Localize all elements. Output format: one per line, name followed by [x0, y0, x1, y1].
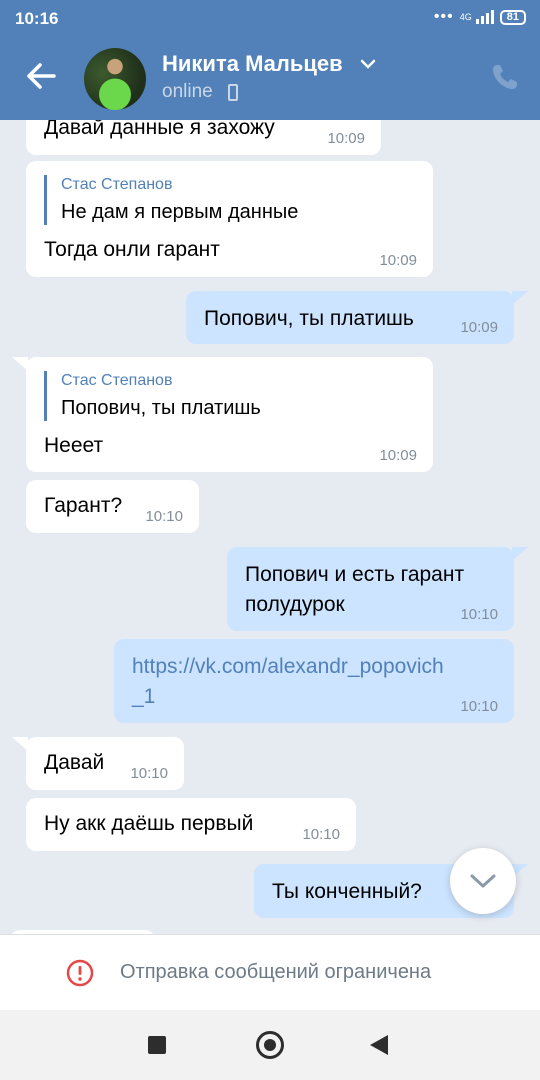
chevron-down-icon: [470, 874, 496, 888]
message-text: Ты конченный?: [272, 880, 422, 903]
message-time: 10:10: [145, 508, 183, 525]
chevron-down-icon[interactable]: [360, 56, 376, 72]
reply-author: Стас Степанов: [61, 372, 173, 389]
status-icons: ••• 4G 81: [434, 8, 526, 26]
home-icon[interactable]: [256, 1031, 284, 1059]
notification-dots: •••: [433, 8, 454, 25]
outgoing-message[interactable]: Попович, ты платишь 10:09: [186, 291, 514, 344]
message-text: Нееет: [44, 434, 104, 457]
message-text-line: Попович и есть гарант: [245, 563, 465, 586]
message-link[interactable]: _1: [132, 683, 155, 711]
contact-status: online: [162, 81, 213, 102]
restriction-bar: Отправка сообщений ограничена: [0, 934, 540, 1010]
bubble-tail: [512, 547, 528, 561]
signal-icon: [475, 10, 494, 24]
message-time: 10:09: [460, 319, 498, 336]
scroll-down-button[interactable]: [450, 848, 516, 914]
incoming-message[interactable]: Стас Степанов Попович, ты платишь Нееет …: [26, 357, 433, 472]
network-type: 4G: [459, 12, 472, 22]
message-time: 10:10: [130, 765, 168, 782]
incoming-message[interactable]: Ну акк даёшь первый 10:10: [26, 798, 356, 851]
back-triangle-icon[interactable]: [370, 1035, 388, 1055]
restriction-text: Отправка сообщений ограничена: [120, 961, 432, 983]
message-time: 10:09: [379, 447, 417, 464]
outgoing-message[interactable]: https://vk.com/alexandr_popovich _1 10:1…: [114, 639, 514, 723]
phone-call-icon[interactable]: [490, 62, 520, 92]
message-text: Гарант?: [44, 494, 123, 517]
battery-level: 81: [506, 10, 519, 23]
mobile-phone-icon: [228, 84, 238, 101]
message-text: Давай: [44, 751, 105, 774]
bubble-tail: [512, 291, 528, 305]
message-text: Ну акк даёшь первый: [44, 812, 254, 835]
back-arrow-icon[interactable]: [22, 56, 62, 96]
incoming-message[interactable]: Гарант? 10:10: [26, 480, 199, 533]
recent-apps-icon[interactable]: [148, 1036, 166, 1054]
message-text-line: полудурок: [245, 593, 345, 616]
reply-quote[interactable]: Стас Степанов Не дам я первым данные: [44, 175, 298, 225]
message-text: Попович, ты платишь: [204, 307, 414, 330]
message-time: 10:09: [379, 252, 417, 269]
message-text: Тогда онли гарант: [44, 238, 220, 261]
message-time: 10:09: [327, 130, 365, 147]
message-link[interactable]: https://vk.com/alexandr_popovich: [132, 653, 444, 681]
contact-name[interactable]: Никита Мальцев: [162, 51, 343, 77]
message-time: 10:10: [460, 698, 498, 715]
alert-circle-icon: [66, 959, 94, 987]
reply-author: Стас Степанов: [61, 176, 173, 193]
reply-text: Не дам я первым данные: [61, 201, 299, 223]
message-time: 10:10: [302, 826, 340, 843]
status-bar: 10:16 ••• 4G 81: [0, 0, 540, 36]
reply-quote[interactable]: Стас Степанов Попович, ты платишь: [44, 371, 261, 421]
reply-text: Попович, ты платишь: [61, 397, 261, 419]
system-nav-bar: [0, 1010, 540, 1080]
outgoing-message[interactable]: Попович и есть гарант полудурок 10:10: [227, 547, 514, 631]
battery-icon: 81: [499, 9, 526, 25]
message-time: 10:10: [460, 606, 498, 623]
incoming-message[interactable]: Стас Степанов Не дам я первым данные Тог…: [26, 161, 433, 277]
avatar[interactable]: [84, 48, 146, 110]
chat-header: 10:16 ••• 4G 81 Никита Мальцев online: [0, 0, 540, 120]
status-time: 10:16: [15, 9, 59, 28]
incoming-message[interactable]: Давай 10:10: [26, 737, 184, 790]
